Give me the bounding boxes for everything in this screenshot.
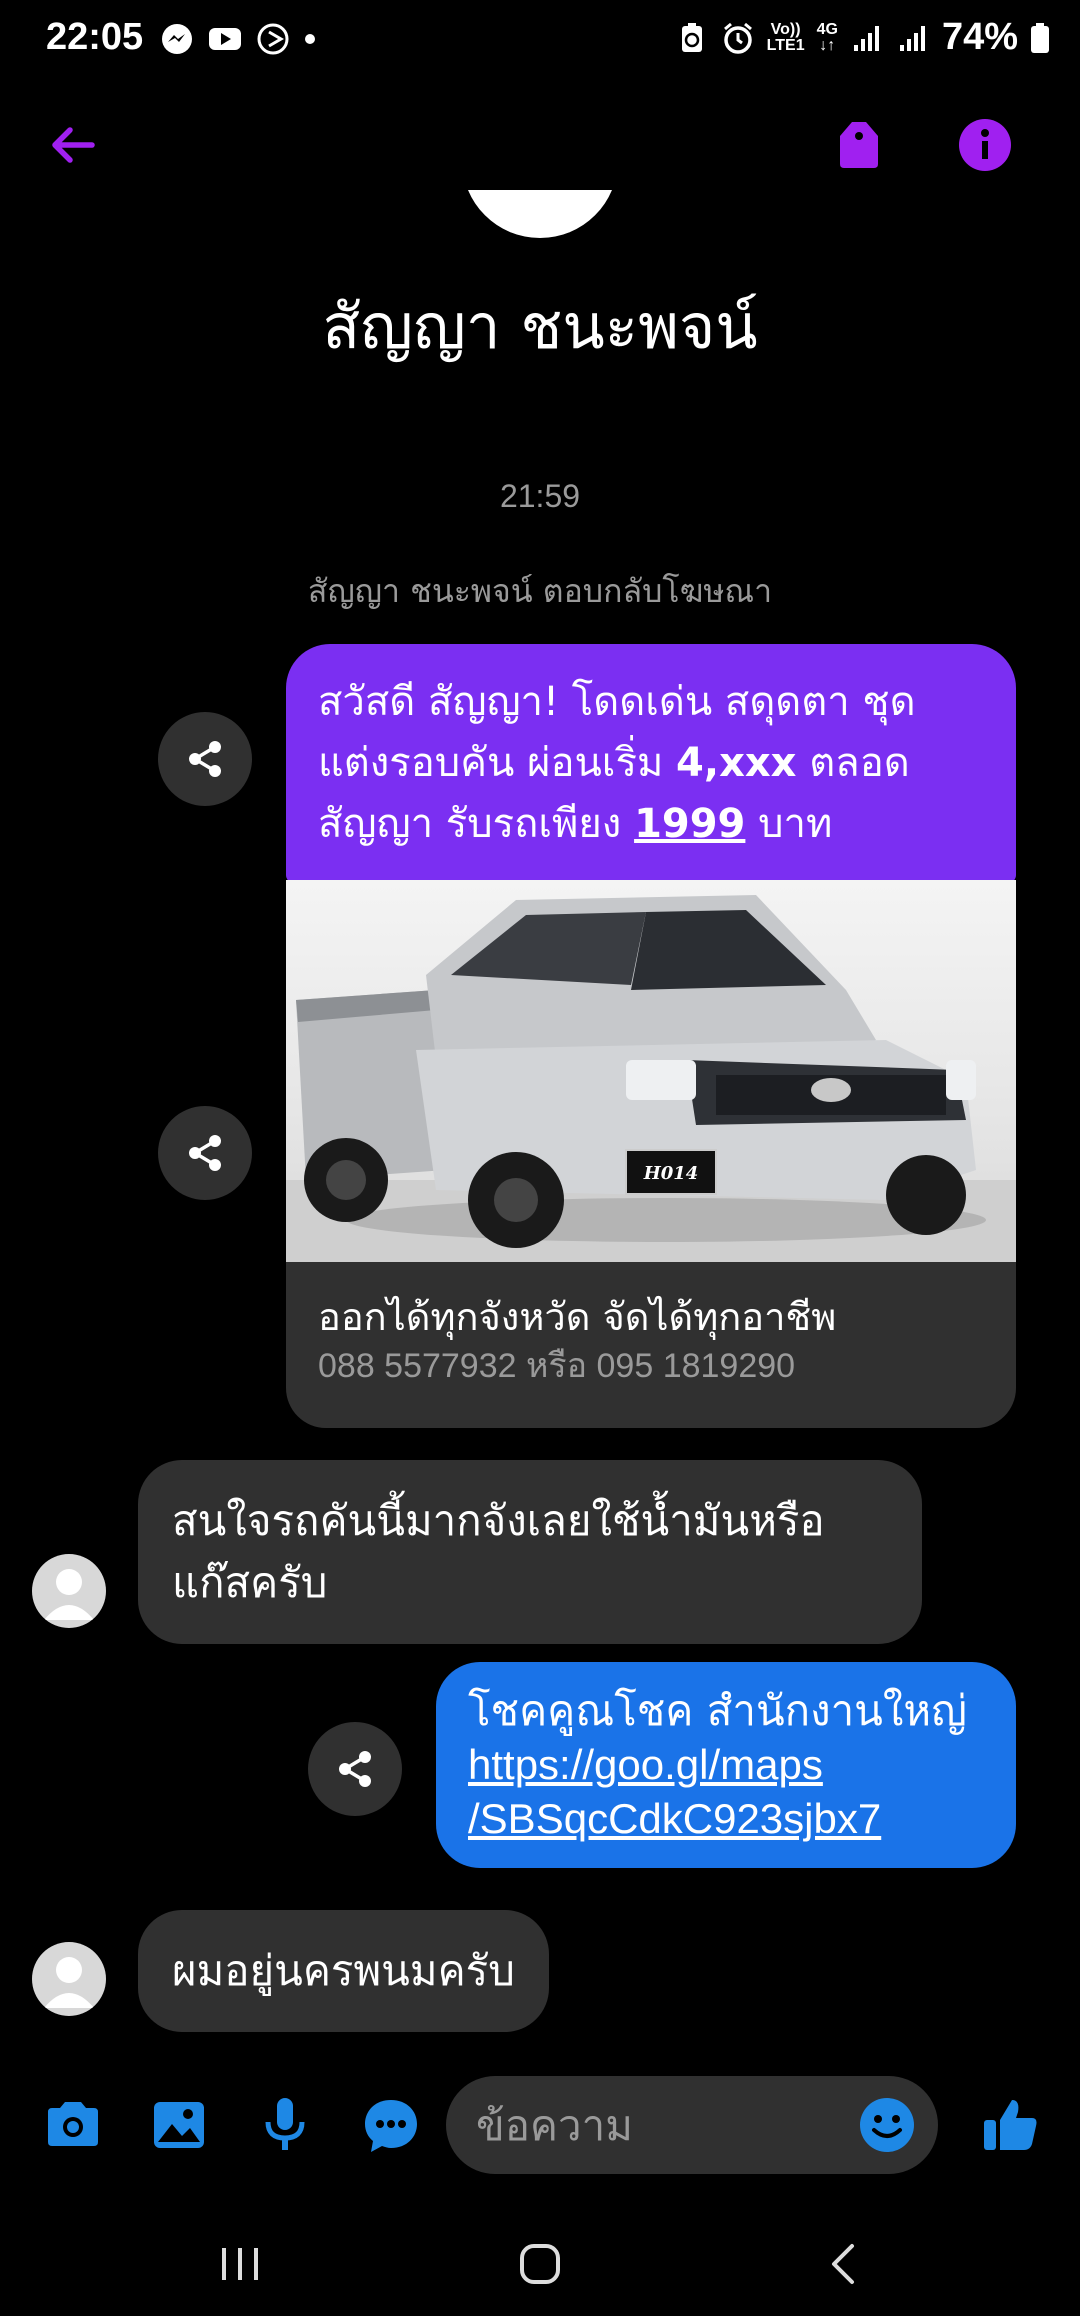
recent-apps-icon[interactable] [210,2234,270,2294]
chat-icon[interactable] [358,2092,424,2158]
message-composer [0,2070,1080,2180]
network-label: 4G [816,20,838,38]
share-button-location[interactable] [308,1722,402,1816]
arrow-left-icon[interactable] [40,112,106,178]
status-right: Vo)) LTE1 4G ↓↑ 74% [675,16,1050,59]
chat-header [0,100,1080,190]
ad-caption-title: ออกได้ทุกจังหวัด จัดได้ทุกอาชีพ [318,1295,837,1339]
signal-strength-icon-1 [853,25,879,51]
map-link-line1[interactable]: https://goo.gl/maps [468,1738,984,1792]
network-type: 4G ↓↑ [816,20,838,54]
play-circle-icon [257,23,289,55]
outgoing-message-location[interactable]: โชคคูณโชค สำนักงานใหญ่ https://goo.gl/ma… [436,1662,1016,1868]
status-notification-icons [160,22,316,56]
image-icon[interactable] [146,2092,212,2158]
ad-caption[interactable]: ออกได้ทุกจังหวัด จัดได้ทุกอาชีพ 088 5577… [286,1262,1016,1428]
camera-icon[interactable] [40,2092,106,2158]
microphone-icon[interactable] [252,2092,318,2158]
status-bar: 22:05 Vo)) LTE1 4G ↓↑ 74% [0,0,1080,80]
map-link-line2[interactable]: /SBSqcCdkC923sjbx7 [468,1792,984,1846]
ad-message-bubble[interactable]: สวัสดี สัญญา! โดดเด่น สดุดตา ชุด แต่งรอบ… [286,644,1016,883]
share-button-ad-text[interactable] [158,712,252,806]
back-icon[interactable] [814,2234,874,2294]
battery-percent: 74% [941,16,1018,58]
ad-text-part3: บาท [745,801,833,847]
battery-icon [1031,22,1049,53]
share-icon [189,1135,221,1171]
share-button-ad-image[interactable] [158,1106,252,1200]
avatar[interactable] [32,1554,106,1628]
home-icon[interactable] [510,2234,570,2294]
profile-avatar[interactable] [462,190,618,238]
incoming-message-text: สนใจรถคันนี้มากจังเลยใช้น้ำมันหรือแก๊สคร… [172,1496,825,1607]
message-input[interactable] [476,2076,816,2174]
alarm-icon [723,22,752,54]
volte-indicator: Vo)) LTE1 [766,20,805,54]
emoji-icon[interactable] [856,2094,918,2156]
share-icon [339,1751,371,1787]
message-input-field[interactable] [446,2076,938,2174]
profile-name: สัญญา ชนะพจน์ [322,290,758,363]
incoming-message[interactable]: สนใจรถคันนี้มากจังเลยใช้น้ำมันหรือแก๊สคร… [138,1460,922,1644]
share-icon [189,741,221,777]
tag-icon[interactable] [826,112,892,178]
lte-label: LTE1 [766,36,805,54]
status-time: 22:05 [46,16,144,58]
battery-saver-icon [681,22,702,52]
ad-reply-note: สัญญา ชนะพจน์ ตอบกลับโฆษณา [307,572,773,610]
avatar[interactable] [32,1942,106,2016]
messenger-icon [162,24,192,54]
location-title: โชคคูณโชค สำนักงานใหญ่ [468,1686,967,1735]
youtube-icon [209,28,241,50]
system-navigation-bar [0,2204,1080,2316]
ad-caption-phone: 088 5577932 หรือ 095 1819290 [318,1347,796,1385]
volte-label: Vo)) [770,20,801,38]
ad-text-down-payment: 1999 [634,801,746,847]
info-icon[interactable] [952,112,1018,178]
incoming-message[interactable]: ผมอยู่นครพนมครับ [138,1910,549,2032]
signal-strength-icon-2 [899,25,925,51]
person-icon [44,1569,94,1620]
thumbs-up-icon[interactable] [978,2092,1044,2158]
license-plate: H014 [643,1163,699,1184]
message-timestamp: 21:59 [499,478,581,514]
person-icon [44,1957,94,2008]
incoming-message-text: ผมอยู่นครพนมครับ [172,1946,515,1995]
ad-text-price: 4,xxx [676,740,797,786]
data-arrows-icon: ↓↑ [819,36,836,54]
ad-image-pickup-truck[interactable]: H014 [286,880,1016,1262]
dot-icon [305,34,315,44]
pickup-truck-image: H014 [286,895,1016,1262]
